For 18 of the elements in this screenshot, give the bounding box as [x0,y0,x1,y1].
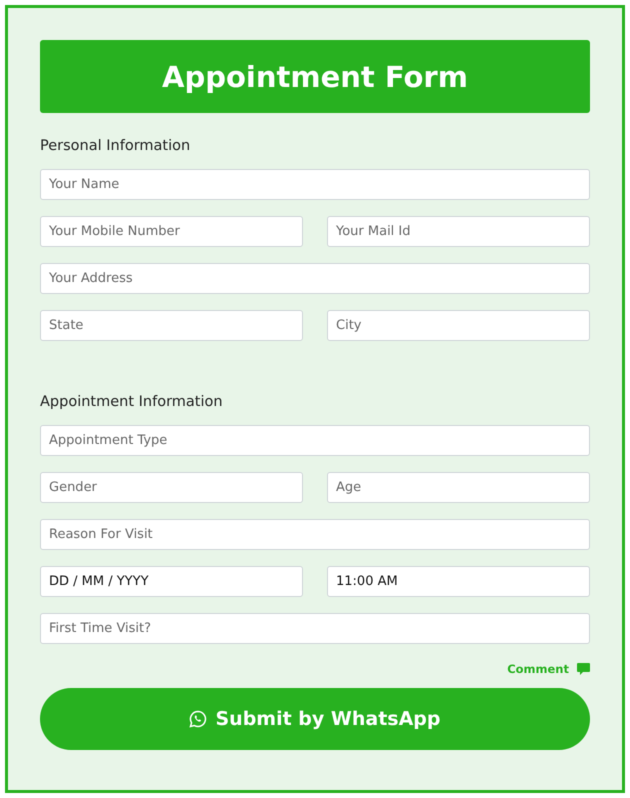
input-field[interactable]: Your Mobile Number [40,216,303,247]
input-field[interactable]: Reason For Visit [40,519,590,550]
input-field[interactable]: Your Name [40,169,590,200]
input-field[interactable]: Your Address [40,263,590,294]
input-field[interactable]: City [327,310,590,341]
section-heading: Appointment Information [40,393,224,411]
input-field[interactable]: Gender [40,472,303,503]
chat-bubble-icon [189,710,208,728]
form-title: Appointment Form [40,40,590,113]
comment-icon [577,663,590,675]
input-field[interactable]: Age [327,472,590,503]
input-field[interactable]: First Time Visit? [40,613,590,644]
input-field[interactable]: State [40,310,303,341]
input-field[interactable]: Your Mail Id [327,216,590,247]
section-heading: Personal Information [40,137,192,155]
input-field[interactable]: DD / MM / YYYY [40,566,303,597]
input-field[interactable]: Appointment Type [40,425,590,456]
input-field[interactable]: 11:00 AM [327,566,590,597]
